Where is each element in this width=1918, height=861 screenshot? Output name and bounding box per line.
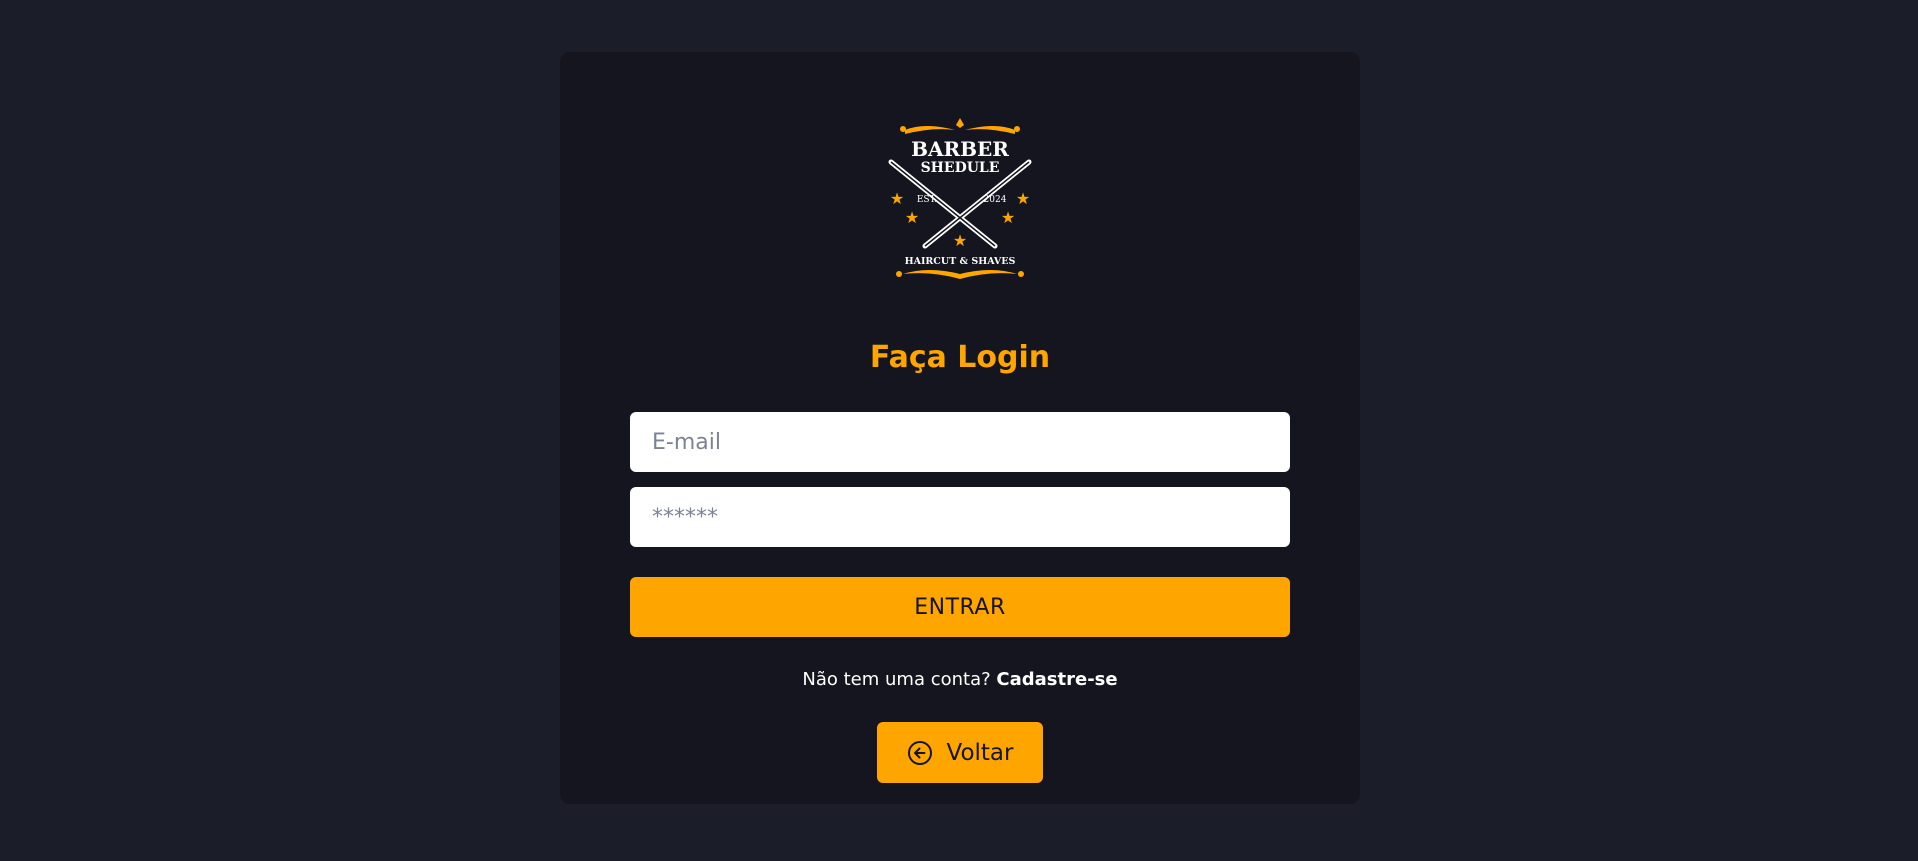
ornament-bottom — [896, 270, 1024, 279]
back-button-label: Voltar — [946, 739, 1014, 766]
ornament-top — [900, 118, 1020, 134]
email-field[interactable] — [630, 412, 1290, 472]
login-card: BARBER SHEDULE EST. 2024 ★ ★ ★ ★ ★ HAIRC… — [560, 52, 1360, 804]
logo-tagline: HAIRCUT & SHAVES — [905, 256, 1016, 267]
signup-text: Não tem uma conta? — [802, 669, 991, 690]
login-button[interactable]: ENTRAR — [630, 577, 1290, 637]
back-button[interactable]: Voltar — [877, 722, 1043, 783]
svg-text:★: ★ — [890, 189, 904, 208]
page-title: Faça Login — [869, 340, 1051, 375]
signup-link[interactable]: Cadastre-se — [996, 669, 1117, 690]
logo-line1: BARBER — [911, 137, 1009, 161]
signup-prompt: Não tem uma conta? Cadastre-se — [560, 668, 1360, 692]
svg-text:★: ★ — [1016, 189, 1030, 208]
password-field[interactable] — [630, 487, 1290, 547]
svg-text:★: ★ — [953, 231, 967, 250]
barber-logo: BARBER SHEDULE EST. 2024 ★ ★ ★ ★ ★ HAIRC… — [888, 118, 1032, 279]
arrow-left-circle-icon — [907, 740, 932, 765]
logo-est: EST. — [917, 195, 937, 205]
logo-year: 2024 — [984, 195, 1007, 205]
svg-text:★: ★ — [905, 208, 919, 227]
logo-line2: SHEDULE — [921, 160, 1000, 176]
svg-text:★: ★ — [1001, 208, 1015, 227]
